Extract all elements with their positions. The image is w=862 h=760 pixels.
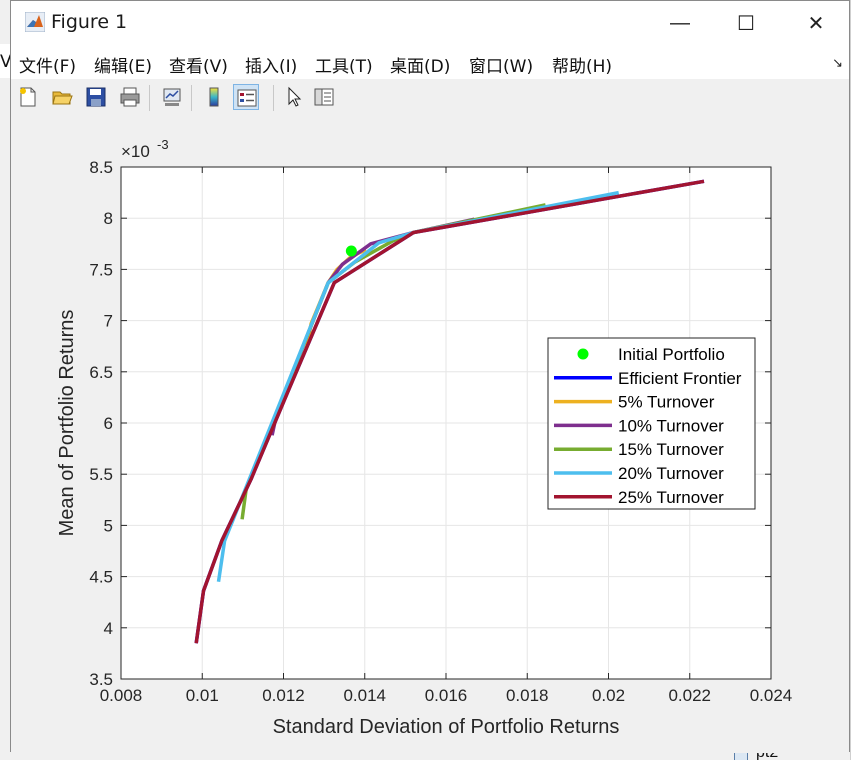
background-fragment-right: pt2 bbox=[734, 752, 862, 760]
legend-label-frontier: Efficient Frontier bbox=[618, 369, 742, 388]
y-tick-label: 4.5 bbox=[89, 568, 113, 587]
menu-desktop[interactable]: 桌面(D) bbox=[390, 52, 450, 77]
maximize-icon: ☐ bbox=[737, 12, 755, 35]
background-file-label: pt2 bbox=[756, 752, 778, 760]
close-icon: ✕ bbox=[807, 12, 825, 35]
figure-window: Figure 1 — ☐ ✕ 文件(F) 编辑(E) 查看(V) 插入(I) 工… bbox=[10, 0, 850, 753]
menu-tools[interactable]: 工具(T) bbox=[315, 52, 373, 77]
minimize-button[interactable]: — bbox=[651, 1, 709, 45]
y-tick-label: 8 bbox=[104, 209, 113, 228]
y-tick-label: 8.5 bbox=[89, 158, 113, 177]
open-file-icon[interactable] bbox=[49, 84, 75, 110]
insert-colorbar-icon[interactable] bbox=[201, 84, 227, 110]
close-button[interactable]: ✕ bbox=[787, 1, 845, 45]
legend-marker-initial bbox=[577, 348, 589, 360]
x-tick-label: 0.012 bbox=[262, 686, 305, 705]
x-tick-label: 0.016 bbox=[425, 686, 468, 705]
property-inspector-icon[interactable] bbox=[311, 84, 337, 110]
window-title: Figure 1 bbox=[51, 11, 128, 33]
y-tick-label: 7.5 bbox=[89, 260, 113, 279]
y-axis-label: Mean of Portfolio Returns bbox=[56, 310, 78, 537]
x-tick-label: 0.018 bbox=[506, 686, 549, 705]
background-file-icon bbox=[734, 752, 748, 760]
x-tick-label: 0.01 bbox=[186, 686, 219, 705]
maximize-button[interactable]: ☐ bbox=[717, 1, 775, 45]
background-fragment-left: Vi bbox=[0, 52, 10, 72]
x-tick-label: 0.024 bbox=[750, 686, 793, 705]
legend-label-t20: 20% Turnover bbox=[618, 464, 724, 483]
background-panel-right bbox=[850, 0, 862, 760]
y-tick-label: 3.5 bbox=[89, 670, 113, 689]
print-icon[interactable] bbox=[117, 84, 143, 110]
legend-label-t25: 25% Turnover bbox=[618, 488, 724, 507]
x-tick-label: 0.02 bbox=[592, 686, 625, 705]
y-tick-label: 7 bbox=[104, 312, 113, 331]
plot-area: 0.008 0.01 0.012 0.014 0.016 0.018 0.02 0.022 0.… bbox=[11, 117, 849, 753]
legend[interactable]: Initial Portfolio Efficient Frontier 5% Tu… bbox=[547, 337, 756, 510]
x-tick-label: 0.022 bbox=[668, 686, 711, 705]
toolbar bbox=[11, 79, 849, 118]
title-bar: Figure 1 — ☐ ✕ bbox=[11, 1, 849, 45]
toolbar-separator bbox=[191, 85, 192, 111]
legend-label-t5: 5% Turnover bbox=[618, 393, 715, 412]
menu-edit[interactable]: 编辑(E) bbox=[94, 52, 152, 77]
matlab-logo-icon bbox=[25, 12, 45, 32]
y-tick-label: 5.5 bbox=[89, 465, 113, 484]
menu-window[interactable]: 窗口(W) bbox=[469, 52, 533, 77]
dock-arrow-icon[interactable]: ↘ bbox=[832, 55, 843, 71]
toolbar-separator bbox=[273, 85, 274, 111]
menu-view[interactable]: 查看(V) bbox=[169, 52, 228, 77]
y-tick-label: 6 bbox=[104, 414, 113, 433]
pointer-icon[interactable] bbox=[281, 84, 307, 110]
menu-file[interactable]: 文件(F) bbox=[19, 52, 76, 77]
chart[interactable]: 0.008 0.01 0.012 0.014 0.016 0.018 0.02 0.022 0.… bbox=[11, 117, 849, 751]
menu-insert[interactable]: 插入(I) bbox=[245, 52, 297, 77]
legend-label-initial: Initial Portfolio bbox=[618, 345, 725, 364]
y-exponent-power: -3 bbox=[157, 137, 169, 152]
minimize-icon: — bbox=[670, 11, 690, 34]
x-tick-label: 0.014 bbox=[343, 686, 386, 705]
legend-label-t15: 15% Turnover bbox=[618, 440, 724, 459]
y-tick-label: 6.5 bbox=[89, 363, 113, 382]
link-plot-icon[interactable] bbox=[159, 84, 185, 110]
y-exponent-label: ×10 bbox=[121, 142, 150, 161]
insert-legend-icon[interactable] bbox=[233, 84, 259, 110]
menu-help[interactable]: 帮助(H) bbox=[552, 52, 612, 77]
y-tick-label: 5 bbox=[104, 516, 113, 535]
y-tick-label: 4 bbox=[104, 619, 113, 638]
x-axis-label: Standard Deviation of Portfolio Returns bbox=[273, 716, 620, 738]
initial-portfolio-marker bbox=[345, 245, 357, 257]
toolbar-separator bbox=[149, 85, 150, 111]
new-figure-icon[interactable] bbox=[15, 84, 41, 110]
save-icon[interactable] bbox=[83, 84, 109, 110]
legend-label-t10: 10% Turnover bbox=[618, 416, 724, 435]
menu-bar: 文件(F) 编辑(E) 查看(V) 插入(I) 工具(T) 桌面(D) 窗口(W… bbox=[11, 45, 849, 80]
